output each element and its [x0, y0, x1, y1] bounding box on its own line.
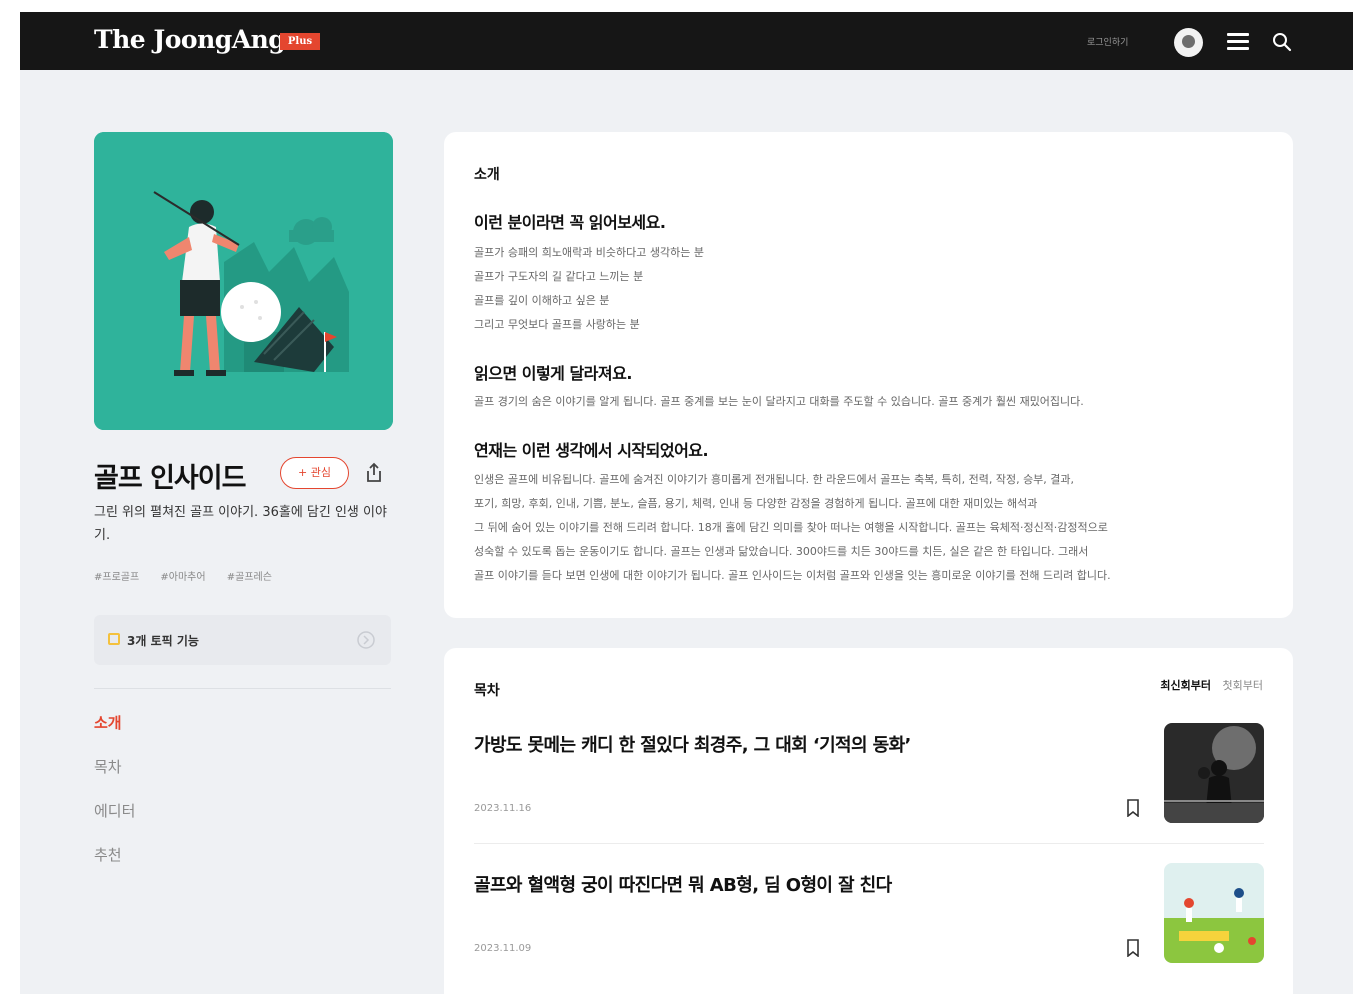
article-date: 2023.11.16	[474, 803, 532, 814]
benefit-label: 3개 토픽 기능	[127, 634, 199, 648]
article-date: 2023.11.09	[474, 943, 532, 954]
intro-list-item: 골프가 승패의 희노애락과 비슷하다고 생각하는 분	[474, 246, 705, 259]
intro-list: 골프가 승패의 희노애락과 비슷하다고 생각하는 분 골프가 구도자의 길 같다…	[474, 241, 1264, 337]
benefit-banner[interactable]: 3개 토픽 기능	[94, 615, 391, 665]
intro-section-label: 소개	[474, 167, 500, 183]
paragraph-line: 그 뒤에 숨어 있는 이야기를 전해 드리려 합니다. 18개 홀에 담긴 의미…	[474, 521, 1108, 534]
hamburger-menu-icon[interactable]	[1227, 33, 1249, 51]
login-link[interactable]: 로그인하기	[1087, 35, 1128, 48]
intro-heading-3: 연재는 이런 생각에서 시작되었어요.	[474, 441, 709, 460]
tag[interactable]: #아마추어	[160, 572, 205, 583]
paragraph-line: 성숙할 수 있도록 돕는 운동이기도 합니다. 골프는 인생과 닮았습니다. 3…	[474, 545, 1089, 558]
series-title: 골프 인사이드	[94, 463, 246, 494]
side-nav-item-toc[interactable]: 목차	[94, 756, 135, 776]
side-nav-item-editor[interactable]: 에디터	[94, 800, 135, 820]
article-title[interactable]: 골프와 혈액형 궁이 따진다면 뭐 AB형, 딤 O형이 잘 친다	[474, 871, 1114, 897]
series-tags: #프로골프 #아마추어 #골프레슨	[94, 568, 290, 583]
intro-list-item: 골프를 깊이 이해하고 싶은 분	[474, 294, 610, 307]
bookmark-icon[interactable]	[1126, 939, 1140, 957]
intro-paragraph-3: 인생은 골프에 비유됩니다. 골프에 숨겨진 이야기가 흥미롭게 전개됩니다. …	[474, 468, 1264, 588]
intro-list-item: 골프가 구도자의 길 같다고 느끼는 분	[474, 270, 644, 283]
golfer-illustration	[94, 132, 393, 430]
article-thumbnail[interactable]	[1164, 863, 1264, 963]
side-nav-item-recommend[interactable]: 추천	[94, 844, 135, 864]
intro-list-item: 그리고 무엇보다 골프를 사랑하는 분	[474, 318, 640, 331]
article-title[interactable]: 가방도 못메는 캐디 한 절있다 최경주, 그 대회 ‘기적의 동화’	[474, 731, 1114, 757]
top-navigation-bar: The JoongAng Plus 로그인하기	[20, 12, 1353, 70]
side-navigation: 소개 목차 에디터 추천	[94, 712, 135, 888]
paragraph-line: 포기, 희망, 후회, 인내, 기쁨, 분노, 슬픔, 용기, 체력, 인내 등…	[474, 497, 1038, 510]
search-icon[interactable]	[1271, 31, 1293, 53]
follow-button[interactable]: + 관심	[280, 457, 349, 489]
intro-card: 소개 이런 분이라면 꼭 읽어보세요. 골프가 승패의 희노애락과 비슷하다고 …	[444, 132, 1293, 618]
plus-badge[interactable]: Plus	[280, 33, 320, 50]
series-cover-image	[94, 132, 393, 430]
paragraph-line: 인생은 골프에 비유됩니다. 골프에 숨겨진 이야기가 흥미롭게 전개됩니다. …	[474, 473, 1075, 486]
site-logo[interactable]: The JoongAng	[94, 25, 286, 54]
sort-first[interactable]: 첫회부터	[1223, 679, 1263, 692]
intro-heading-2: 읽으면 이렇게 달라져요.	[474, 364, 632, 383]
thumbnail-photo	[1164, 723, 1264, 823]
tag[interactable]: #프로골프	[94, 572, 139, 583]
bookmark-icon[interactable]	[1126, 799, 1140, 817]
page-frame: The JoongAng Plus 로그인하기 골프 인사이드 + 관심 그린 …	[20, 12, 1353, 994]
arrow-right-icon	[357, 631, 375, 649]
divider	[94, 688, 391, 689]
tag[interactable]: #골프레슨	[227, 572, 272, 583]
thumbnail-illustration	[1164, 863, 1264, 963]
user-avatar-icon[interactable]	[1174, 28, 1203, 57]
intro-paragraph-2: 골프 경기의 숨은 이야기를 알게 됩니다. 골프 중계를 보는 눈이 달라지고…	[474, 395, 1084, 408]
gift-icon	[108, 633, 120, 645]
intro-heading-1: 이런 분이라면 꼭 읽어보세요.	[474, 213, 666, 232]
article-thumbnail[interactable]	[1164, 723, 1264, 823]
toc-section-label: 목차	[474, 683, 500, 699]
share-icon[interactable]	[362, 461, 386, 485]
toc-card: 목차 최신회부터 첫회부터 가방도 못메는 캐디 한 절있다 최경주, 그 대회…	[444, 648, 1293, 994]
divider	[474, 843, 1264, 844]
sort-options: 최신회부터 첫회부터	[1160, 677, 1263, 693]
paragraph-line: 골프 이야기를 듣다 보면 인생에 대한 이야기가 됩니다. 골프 인사이드는 …	[474, 569, 1111, 582]
series-description: 그린 위의 펼쳐진 골프 이야기. 36홀에 담긴 인생 이야기.	[94, 505, 387, 543]
sort-latest[interactable]: 최신회부터	[1160, 679, 1211, 692]
side-nav-item-intro[interactable]: 소개	[94, 712, 135, 732]
